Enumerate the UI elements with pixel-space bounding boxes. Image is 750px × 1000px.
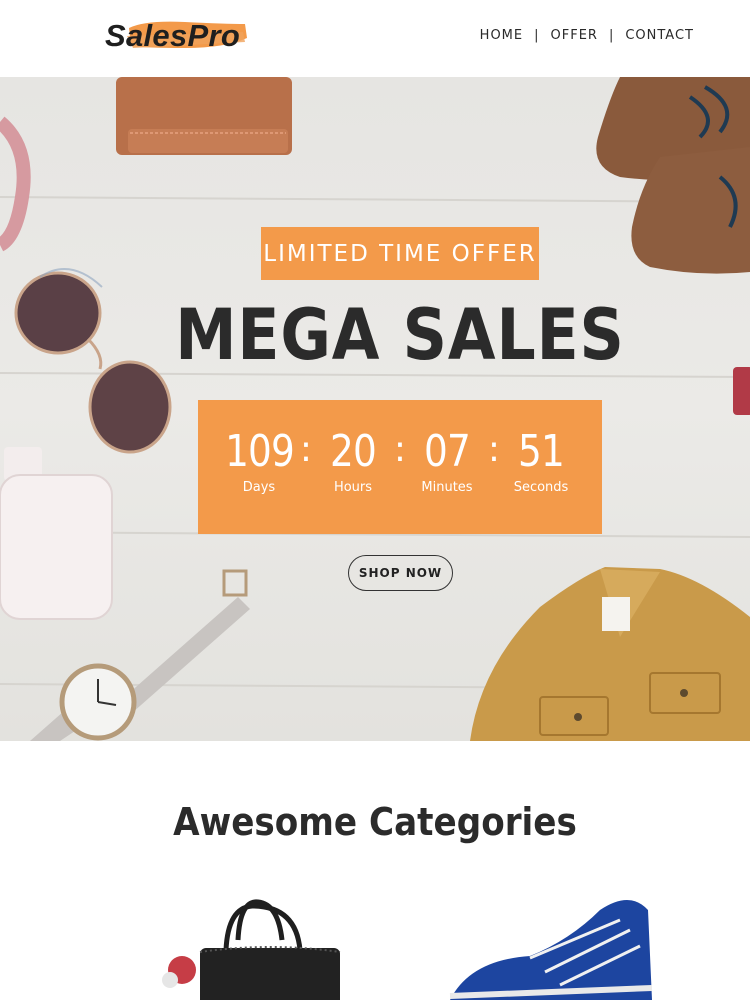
countdown-timer: 109 Days : 20 Hours : 07 Minutes : 51 Se… bbox=[198, 400, 602, 534]
sneaker-image bbox=[449, 900, 653, 1000]
countdown-value: 20 bbox=[330, 426, 377, 477]
countdown-value: 109 bbox=[224, 426, 295, 477]
countdown-seconds: 51 Seconds bbox=[506, 426, 576, 495]
countdown-hours: 20 Hours bbox=[318, 426, 388, 495]
hero-banner: LIMITED TIME OFFER MEGA SALES 109 Days :… bbox=[0, 77, 750, 741]
countdown-label: Hours bbox=[333, 480, 373, 495]
countdown-value: 51 bbox=[518, 426, 565, 477]
main-nav: HOME | OFFER | CONTACT bbox=[480, 28, 694, 43]
limited-offer-badge: LIMITED TIME OFFER bbox=[261, 227, 539, 280]
countdown-label: Minutes bbox=[421, 480, 473, 495]
handbag-image bbox=[162, 899, 341, 1000]
countdown-minutes: 07 Minutes bbox=[412, 426, 482, 495]
countdown-separator: : bbox=[299, 429, 313, 470]
jacket-image bbox=[470, 567, 750, 741]
hero-title: MEGA SALES bbox=[175, 294, 625, 376]
countdown-days: 109 Days bbox=[224, 426, 295, 495]
category-images bbox=[162, 899, 653, 1000]
countdown-label: Seconds bbox=[513, 480, 569, 495]
countdown-separator: : bbox=[393, 429, 407, 470]
nav-home[interactable]: HOME bbox=[480, 28, 523, 43]
nav-offer[interactable]: OFFER bbox=[551, 28, 598, 43]
countdown-label: Days bbox=[242, 480, 276, 495]
perfume-bottle-image bbox=[0, 447, 113, 620]
shop-now-button[interactable]: SHOP NOW bbox=[348, 555, 453, 591]
nav-contact[interactable]: CONTACT bbox=[625, 28, 694, 43]
logo[interactable]: SalesPro bbox=[103, 12, 253, 60]
countdown-separator: : bbox=[487, 429, 501, 470]
countdown-value: 07 bbox=[424, 426, 471, 477]
wallet-image bbox=[116, 77, 292, 155]
nav-separator: | bbox=[534, 28, 540, 43]
nav-separator: | bbox=[608, 28, 615, 43]
boots-image bbox=[596, 77, 750, 274]
categories-heading: Awesome Categories bbox=[173, 800, 577, 844]
site-header: SalesPro HOME | OFFER | CONTACT bbox=[0, 0, 750, 77]
logo-text: SalesPro bbox=[105, 18, 241, 53]
